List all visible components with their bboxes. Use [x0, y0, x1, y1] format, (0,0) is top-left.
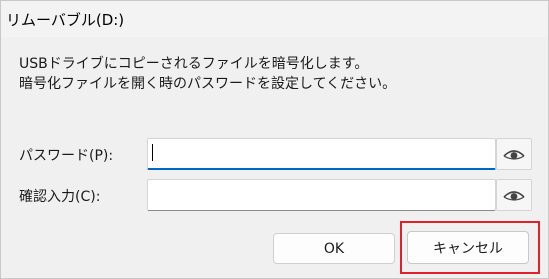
confirm-label: 確認入力(C):	[19, 189, 101, 205]
password-input[interactable]	[147, 138, 496, 170]
show-password-button[interactable]	[496, 138, 532, 170]
title-bar[interactable]: リムーバブル(D:)	[1, 1, 548, 37]
show-confirm-button[interactable]	[496, 179, 532, 211]
password-label: パスワード(P):	[19, 148, 114, 164]
message-line-2: 暗号化ファイルを開く時のパスワードを設定してください。	[19, 76, 397, 92]
instruction-message: USBドライブにコピーされるファイルを暗号化します。 暗号化ファイルを開く時のパ…	[19, 54, 396, 94]
eye-icon	[503, 150, 525, 160]
text-caret	[152, 144, 153, 161]
ok-button[interactable]: OK	[273, 233, 395, 264]
confirm-input[interactable]	[147, 179, 496, 211]
window-title: リムーバブル(D:)	[6, 11, 125, 29]
eye-icon	[503, 191, 525, 201]
dialog-window: リムーバブル(D:) USBドライブにコピーされるファイルを暗号化します。 暗号…	[0, 0, 549, 279]
highlight-annotation	[400, 221, 540, 274]
message-line-1: USBドライブにコピーされるファイルを暗号化します。	[19, 56, 369, 72]
